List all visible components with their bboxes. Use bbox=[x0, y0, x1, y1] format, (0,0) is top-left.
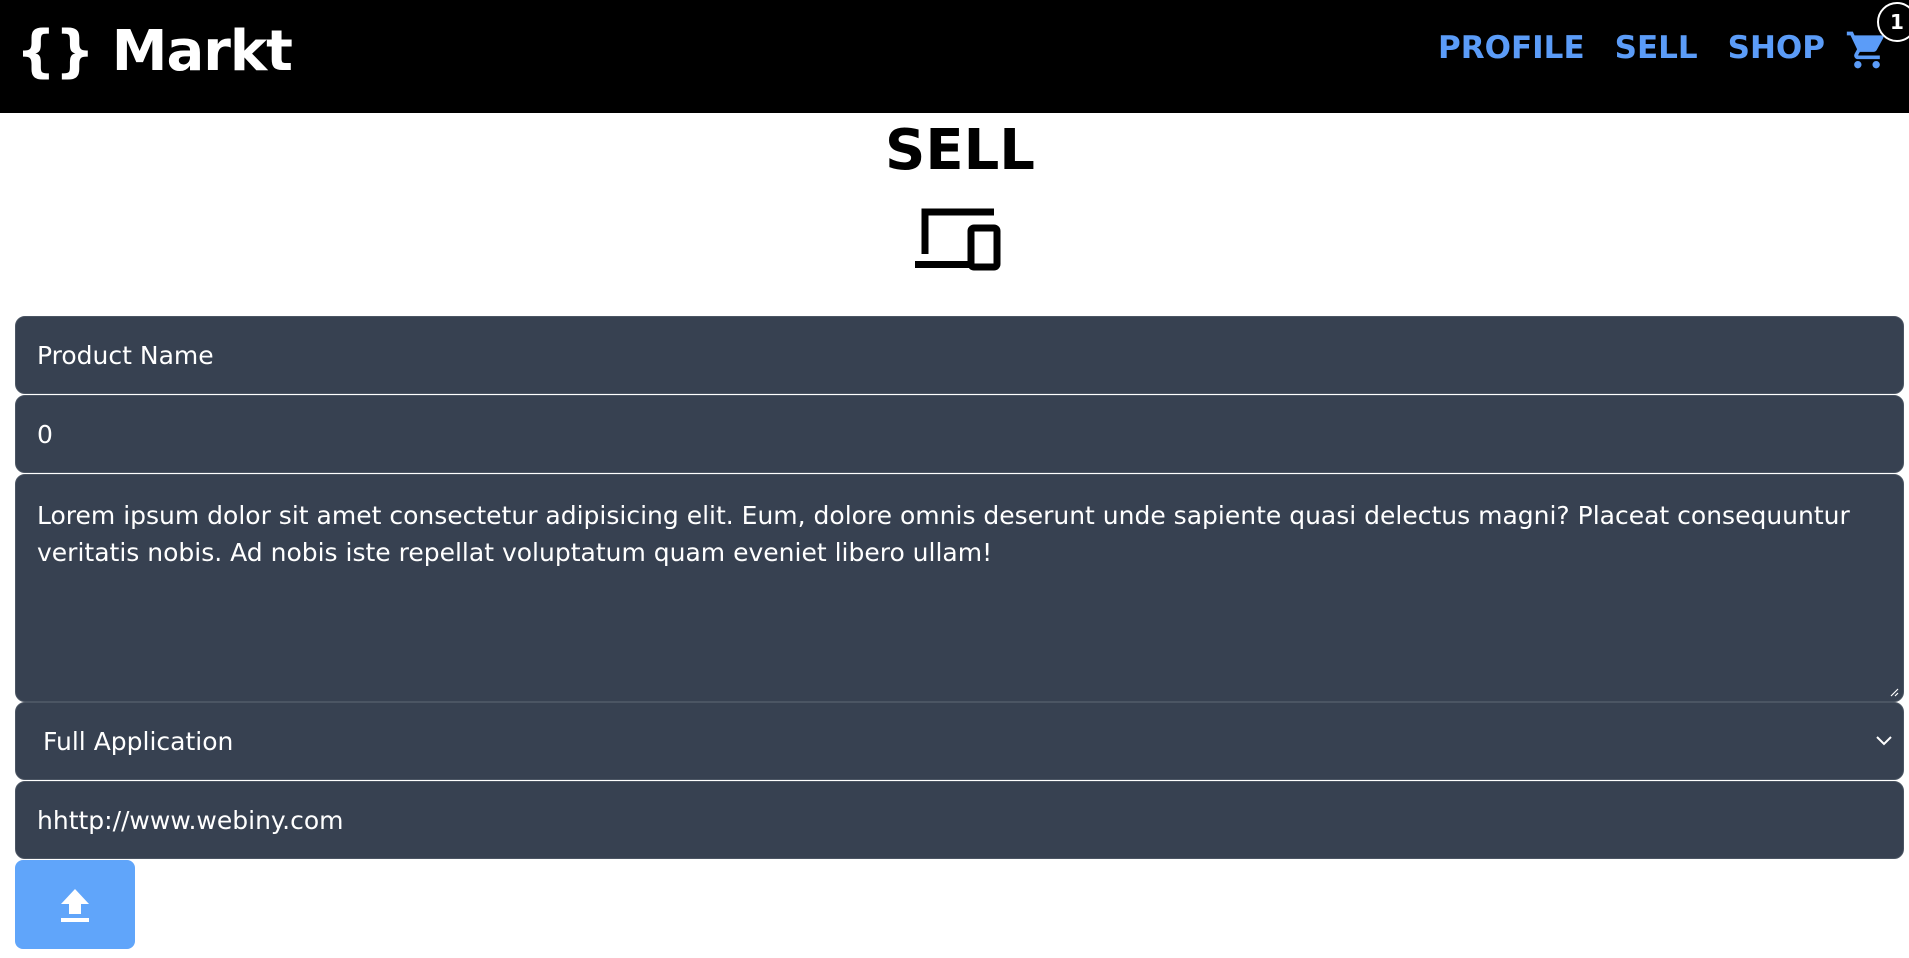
logo-text: Markt bbox=[111, 18, 293, 84]
logo-braces: {} bbox=[16, 18, 95, 84]
resize-handle-icon[interactable] bbox=[1887, 685, 1899, 697]
page-title: SELL bbox=[885, 118, 1035, 183]
cart-count-badge: 1 bbox=[1877, 2, 1909, 42]
description-value: Lorem ipsum dolor sit amet consectetur a… bbox=[37, 501, 1850, 567]
category-selected-value: Full Application bbox=[43, 726, 234, 756]
category-select[interactable]: Full Application bbox=[15, 702, 1904, 780]
upload-icon bbox=[61, 888, 89, 922]
url-value: hhttp://www.webiny.com bbox=[37, 805, 344, 835]
nav-link-profile[interactable]: PROFILE bbox=[1438, 30, 1585, 66]
chevron-down-icon bbox=[1876, 736, 1892, 746]
url-field[interactable]: hhttp://www.webiny.com bbox=[15, 781, 1904, 859]
price-value: 0 bbox=[37, 419, 53, 449]
nav-links: PROFILE SELL SHOP bbox=[1408, 30, 1825, 66]
devices-icon bbox=[915, 208, 1001, 271]
logo[interactable]: {} Markt bbox=[16, 16, 293, 86]
description-textarea[interactable]: Lorem ipsum dolor sit amet consectetur a… bbox=[15, 474, 1904, 702]
product-name-value: Product Name bbox=[37, 340, 214, 370]
product-name-field[interactable]: Product Name bbox=[15, 316, 1904, 394]
nav-link-shop[interactable]: SHOP bbox=[1728, 30, 1825, 66]
navbar: {} Markt PROFILE SELL SHOP 1 bbox=[0, 0, 1909, 113]
price-field[interactable]: 0 bbox=[15, 395, 1904, 473]
nav-link-sell[interactable]: SELL bbox=[1615, 30, 1698, 66]
upload-button[interactable] bbox=[15, 860, 135, 949]
